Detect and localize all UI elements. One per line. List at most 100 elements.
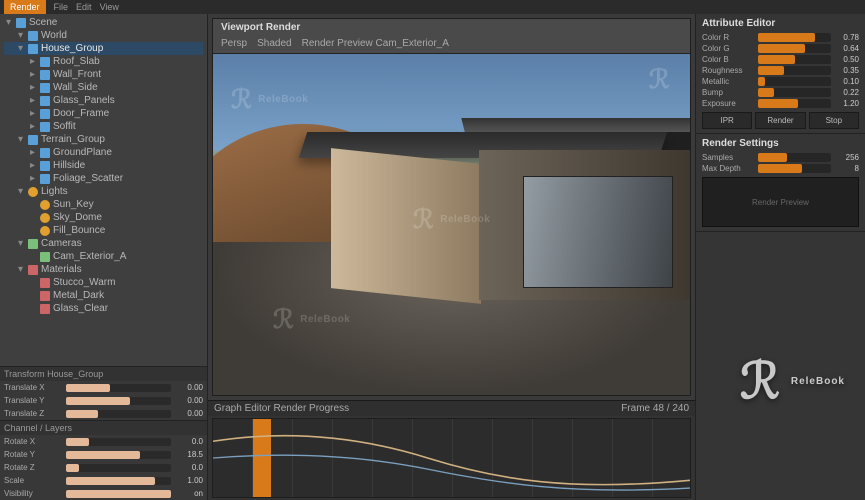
viewport-tab[interactable]: Persp xyxy=(221,38,247,49)
outliner-label: Wall_Side xyxy=(53,82,98,93)
slider-track[interactable] xyxy=(758,66,831,75)
property-label: Translate Y xyxy=(4,396,62,405)
outliner-item[interactable]: Glass_Clear xyxy=(4,302,203,315)
slider-track[interactable] xyxy=(66,438,171,446)
outliner-label: Glass_Clear xyxy=(53,303,108,314)
property-label: Bump xyxy=(702,88,754,97)
outliner-item[interactable]: Sky_Dome xyxy=(4,211,203,224)
outliner-label: Hillside xyxy=(53,160,85,171)
slider-fill xyxy=(758,44,805,53)
property-value: 0.0 xyxy=(175,463,203,472)
disclosure-icon[interactable]: ▾ xyxy=(16,134,25,145)
channel-panel: Channel / Layers Rotate X0.0Rotate Y18.5… xyxy=(0,420,207,500)
disclosure-icon[interactable]: ▸ xyxy=(28,95,37,106)
outliner-item[interactable]: Metal_Dark xyxy=(4,289,203,302)
outliner-item[interactable]: ▸GroundPlane xyxy=(4,146,203,159)
outliner-item[interactable]: Fill_Bounce xyxy=(4,224,203,237)
disclosure-icon[interactable]: ▸ xyxy=(28,108,37,119)
slider-track[interactable] xyxy=(758,88,831,97)
slider-track[interactable] xyxy=(758,164,831,173)
slider-track[interactable] xyxy=(66,451,171,459)
slider-fill xyxy=(758,99,798,108)
outliner-item[interactable]: Cam_Exterior_A xyxy=(4,250,203,263)
outliner-item[interactable]: ▸Roof_Slab xyxy=(4,55,203,68)
disclosure-icon[interactable]: ▾ xyxy=(4,17,13,28)
property-label: Samples xyxy=(702,153,754,162)
slider-track[interactable] xyxy=(758,33,831,42)
disclosure-icon[interactable]: ▸ xyxy=(28,147,37,158)
outliner-item[interactable]: ▾Materials xyxy=(4,263,203,276)
slider-track[interactable] xyxy=(66,397,171,405)
outliner-item[interactable]: ▾Scene xyxy=(4,16,203,29)
menu-item[interactable]: Edit xyxy=(76,2,92,12)
property-label: Metallic xyxy=(702,77,754,86)
slider-track[interactable] xyxy=(66,490,171,498)
transform-panel: Transform House_Group Translate X0.00Tra… xyxy=(0,366,207,420)
slider-fill xyxy=(758,66,784,75)
slider-fill xyxy=(758,55,795,64)
watermark-icon: ℛReleBook xyxy=(413,204,490,235)
outliner-item[interactable]: ▾Lights xyxy=(4,185,203,198)
property-value: 0.00 xyxy=(175,383,203,392)
box-icon xyxy=(40,174,50,184)
slider-fill xyxy=(758,164,802,173)
render-button[interactable]: Render xyxy=(755,112,805,129)
viewport-tab[interactable]: Shaded xyxy=(257,38,291,49)
slider-fill xyxy=(66,477,155,485)
viewport-tab[interactable]: Render Preview Cam_Exterior_A xyxy=(302,38,449,49)
slider-track[interactable] xyxy=(758,55,831,64)
watermark-icon: ℛ xyxy=(649,64,670,95)
ipr-button[interactable]: IPR xyxy=(702,112,752,129)
disclosure-icon[interactable]: ▾ xyxy=(16,43,25,54)
disclosure-icon[interactable]: ▸ xyxy=(28,69,37,80)
slider-track[interactable] xyxy=(758,77,831,86)
disclosure-icon[interactable]: ▸ xyxy=(28,160,37,171)
menu-item[interactable]: File xyxy=(54,2,69,12)
disclosure-icon[interactable]: ▾ xyxy=(16,264,25,275)
disclosure-icon[interactable]: ▸ xyxy=(28,173,37,184)
property-row: Translate Z0.00 xyxy=(0,407,207,420)
viewport-canvas[interactable]: ℛReleBook ℛReleBook ℛReleBook ℛ xyxy=(213,54,690,395)
outliner-item[interactable]: ▸Wall_Front xyxy=(4,68,203,81)
stop-button[interactable]: Stop xyxy=(809,112,859,129)
slider-track[interactable] xyxy=(66,464,171,472)
viewport-title: Viewport Render xyxy=(213,19,690,36)
outliner-item[interactable]: ▸Soffit xyxy=(4,120,203,133)
outliner-item[interactable]: ▸ Hillside xyxy=(4,159,203,172)
center-column: Viewport Render Persp Shaded Render Prev… xyxy=(208,14,695,500)
slider-track[interactable] xyxy=(66,410,171,418)
timeline-graph[interactable] xyxy=(212,418,691,498)
lt-icon xyxy=(40,200,50,210)
slider-track[interactable] xyxy=(758,99,831,108)
slider-track[interactable] xyxy=(758,44,831,53)
disclosure-icon[interactable]: ▾ xyxy=(16,238,25,249)
slider-track[interactable] xyxy=(66,384,171,392)
menu-item-active[interactable]: Render xyxy=(4,0,46,14)
disclosure-icon[interactable]: ▸ xyxy=(28,82,37,93)
outliner-item[interactable]: ▸ Glass_Panels xyxy=(4,94,203,107)
lt-icon xyxy=(28,187,38,197)
outliner-item[interactable]: Stucco_Warm xyxy=(4,276,203,289)
outliner-item[interactable]: ▾World xyxy=(4,29,203,42)
property-row: Translate Y0.00 xyxy=(0,394,207,407)
menu-item[interactable]: View xyxy=(100,2,119,12)
disclosure-icon[interactable]: ▾ xyxy=(16,186,25,197)
curve-icon xyxy=(213,419,690,497)
outliner-item[interactable]: ▾Terrain_Group xyxy=(4,133,203,146)
outliner-item[interactable]: ▸Foliage_Scatter xyxy=(4,172,203,185)
disclosure-icon[interactable]: ▸ xyxy=(28,121,37,132)
disclosure-icon[interactable]: ▸ xyxy=(28,56,37,67)
outliner-label: Sky_Dome xyxy=(53,212,102,223)
disclosure-icon[interactable]: ▾ xyxy=(16,30,25,41)
outliner-item[interactable]: ▾Cameras xyxy=(4,237,203,250)
outliner-item[interactable]: ▸ Wall_Side xyxy=(4,81,203,94)
box-icon xyxy=(28,31,38,41)
property-row: Bump0.22 xyxy=(702,87,859,98)
slider-track[interactable] xyxy=(66,477,171,485)
outliner-panel[interactable]: ▾Scene▾World▾House_Group▸Roof_Slab▸Wall_… xyxy=(0,14,207,366)
outliner-label: Glass_Panels xyxy=(53,95,115,106)
slider-track[interactable] xyxy=(758,153,831,162)
outliner-item[interactable]: ▸Door_Frame xyxy=(4,107,203,120)
outliner-item[interactable]: Sun_Key xyxy=(4,198,203,211)
outliner-item[interactable]: ▾House_Group xyxy=(4,42,203,55)
